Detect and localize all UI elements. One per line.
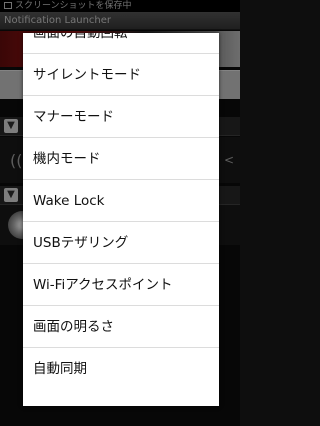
menu-item-manner-mode[interactable]: マナーモード (23, 96, 219, 138)
menu-list: 画面の自動回転 サイレントモード マナーモード 機内モード Wake Lock … (23, 33, 219, 390)
menu-item-usb-tethering[interactable]: USBテザリング (23, 222, 219, 264)
menu-item-wifi-hotspot[interactable]: Wi-Fiアクセスポイント (23, 264, 219, 306)
menu-item-auto-rotate[interactable]: 画面の自動回転 (23, 33, 219, 54)
context-menu: 画面の自動回転 サイレントモード マナーモード 機内モード Wake Lock … (23, 33, 219, 406)
menu-item-brightness[interactable]: 画面の明るさ (23, 306, 219, 348)
menu-item-airplane-mode[interactable]: 機内モード (23, 138, 219, 180)
menu-item-silent-mode[interactable]: サイレントモード (23, 54, 219, 96)
menu-item-auto-sync[interactable]: 自動同期 (23, 348, 219, 390)
menu-item-wake-lock[interactable]: Wake Lock (23, 180, 219, 222)
